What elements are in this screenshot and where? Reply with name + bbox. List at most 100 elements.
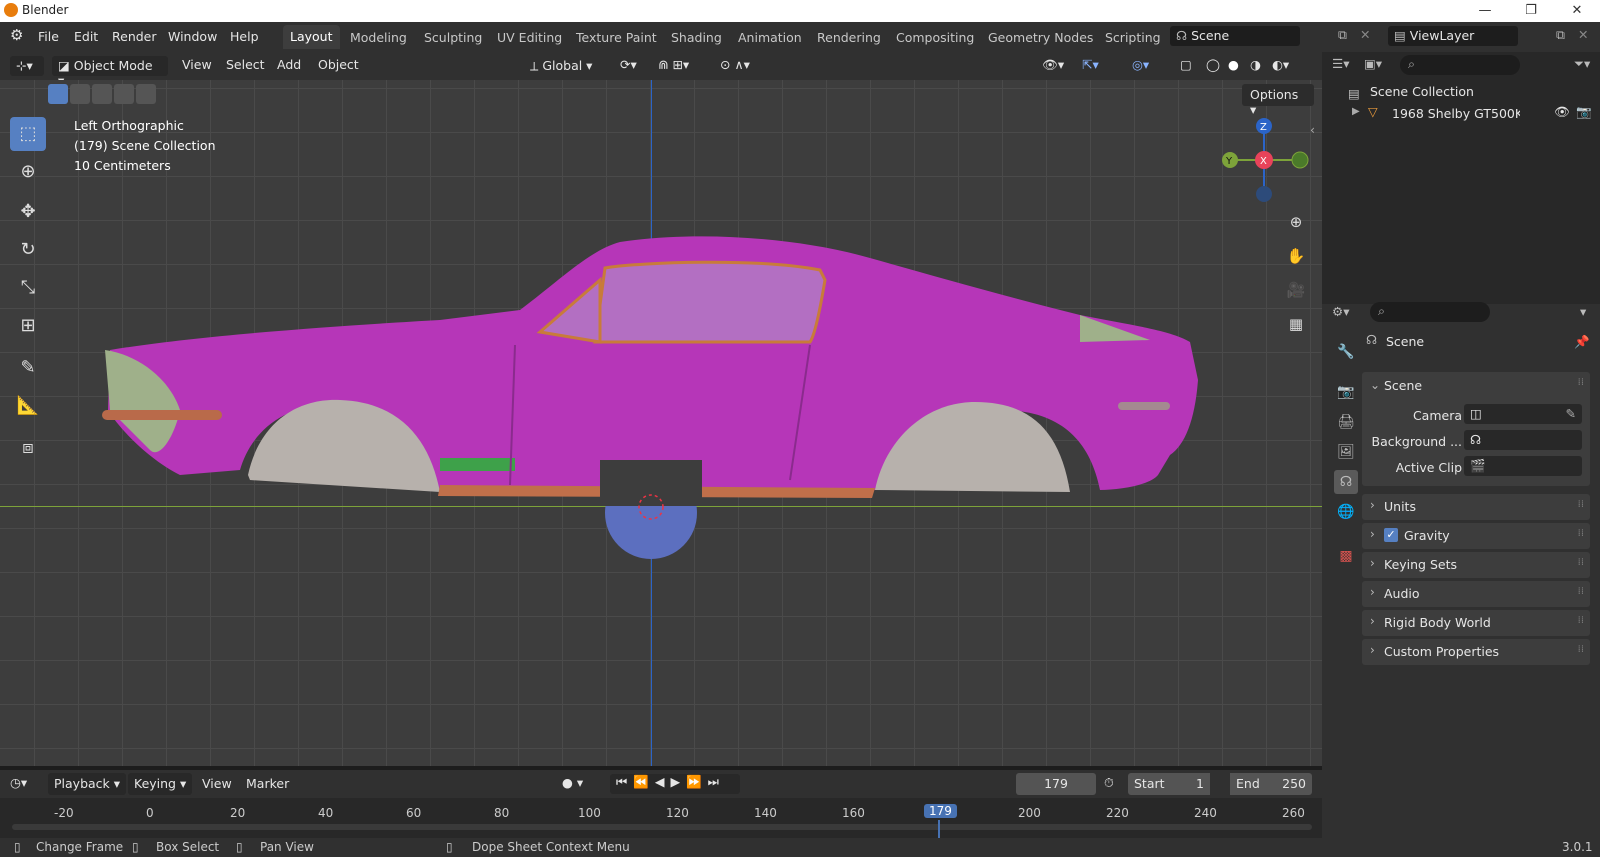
select-box-tool-icon[interactable]: ⬚ — [10, 117, 46, 151]
outliner-item-shelby[interactable]: 1968 Shelby GT500KR C — [1392, 106, 1520, 121]
close-button[interactable]: ✕ — [1554, 0, 1600, 22]
jump-start-icon[interactable]: ⏮ — [616, 774, 633, 789]
preview-range-icon[interactable]: ⏱ — [1104, 775, 1114, 791]
zoom-icon[interactable]: ⊕ — [1282, 208, 1310, 236]
minimize-button[interactable]: — — [1462, 0, 1508, 22]
pivot-point-icon[interactable]: ⟳▾ — [620, 57, 637, 72]
3d-viewport[interactable]: Options ▾ Left Orthographic (179) Scene … — [0, 80, 1322, 766]
jump-end-icon[interactable]: ⏭ — [708, 774, 725, 789]
material-shading-icon[interactable]: ◑ — [1250, 57, 1261, 72]
end-frame-field[interactable]: End 250 — [1230, 773, 1312, 795]
scene-selector[interactable]: ☊ Scene — [1170, 26, 1300, 46]
solid-shading-icon[interactable]: ● — [1228, 57, 1239, 72]
new-viewlayer-icon[interactable]: ⧉ — [1556, 27, 1565, 43]
annotate-tool-icon[interactable]: ✎ — [10, 351, 46, 385]
transform-orientation-dropdown[interactable]: ⟂ Global ▾ — [524, 56, 608, 76]
eyedropper-icon[interactable]: ✎ — [1566, 406, 1576, 421]
keying-menu[interactable]: Keying ▾ — [128, 773, 193, 795]
timeline-area[interactable]: -20 0 20 40 60 80 100 120 140 160 179 20… — [0, 798, 1322, 838]
scene-panel-title[interactable]: Scene — [1384, 378, 1422, 393]
viewport-menu-object[interactable]: Object — [318, 57, 359, 72]
properties-options-icon[interactable]: ▾ — [1580, 304, 1586, 319]
visibility-icon[interactable]: 👁▾ — [1042, 57, 1064, 73]
viewport-menu-add[interactable]: Add — [277, 57, 301, 72]
tab-sculpting[interactable]: Sculpting — [424, 30, 482, 45]
pin-icon[interactable]: 📌 — [1574, 334, 1590, 350]
pan-hand-icon[interactable]: ✋ — [1282, 242, 1310, 270]
wireframe-shading-icon[interactable]: ◯ — [1206, 57, 1220, 72]
menu-window[interactable]: Window — [168, 29, 217, 44]
timeline-menu-view[interactable]: View — [202, 776, 232, 791]
start-frame-field[interactable]: Start 1 — [1128, 773, 1210, 795]
rendered-shading-icon[interactable]: ◐▾ — [1272, 57, 1289, 72]
next-key-icon[interactable]: ⏩ — [686, 774, 708, 789]
timeline-scrollbar[interactable] — [12, 824, 1312, 830]
play-reverse-icon[interactable]: ◀ — [655, 774, 671, 789]
camera-view-icon[interactable]: 🎥 — [1282, 276, 1310, 304]
scene-props-tab-icon[interactable]: ☊ — [1334, 470, 1358, 494]
units-panel[interactable]: › Units ⁞⁞ — [1362, 494, 1590, 520]
world-props-tab-icon[interactable]: 🌐 — [1334, 500, 1358, 524]
transform-tool-icon[interactable]: ⊞ — [10, 309, 46, 343]
scale-tool-icon[interactable]: ⤡ — [10, 271, 46, 305]
measure-tool-icon[interactable]: 📐 — [10, 389, 46, 423]
viewport-menu-select[interactable]: Select — [226, 57, 265, 72]
tab-modeling[interactable]: Modeling — [350, 30, 407, 45]
tab-uv-editing[interactable]: UV Editing — [497, 30, 562, 45]
visibility-eye-icon[interactable]: 👁 — [1554, 104, 1570, 120]
display-mode-icon[interactable]: ▣▾ — [1364, 56, 1382, 71]
active-clip-field[interactable]: 🎬 — [1464, 456, 1582, 476]
custom-props-panel[interactable]: › Custom Properties ⁞⁞ — [1362, 639, 1590, 665]
timeline-menu-marker[interactable]: Marker — [246, 776, 289, 791]
tab-animation[interactable]: Animation — [738, 30, 802, 45]
keying-sets-panel[interactable]: › Keying Sets ⁞⁞ — [1362, 552, 1590, 578]
camera-field[interactable]: ◫ ✎ — [1464, 404, 1582, 424]
tab-compositing[interactable]: Compositing — [896, 30, 974, 45]
audio-panel[interactable]: › Audio ⁞⁞ — [1362, 581, 1590, 607]
xray-icon[interactable]: ▢ — [1180, 57, 1192, 72]
overlay-toggle-icon[interactable]: ◎▾ — [1132, 57, 1149, 72]
move-tool-icon[interactable]: ✥ — [10, 195, 46, 229]
viewlayer-selector[interactable]: ▤ ViewLayer — [1388, 26, 1518, 46]
output-props-tab-icon[interactable]: 🖨 — [1334, 410, 1358, 434]
sidebar-toggle-icon[interactable]: ‹ — [1310, 122, 1315, 137]
tool-props-tab-icon[interactable]: 🔧 — [1334, 340, 1358, 364]
delete-viewlayer-icon[interactable]: ✕ — [1578, 27, 1588, 42]
gravity-panel[interactable]: › ✓ Gravity ⁞⁞ — [1362, 523, 1590, 549]
background-scene-field[interactable]: ☊ — [1464, 430, 1582, 450]
outliner-search-input[interactable]: ⌕ — [1400, 55, 1520, 75]
navigation-gizmo[interactable]: Z Y X — [1216, 112, 1316, 204]
gravity-checkbox[interactable]: ✓ — [1384, 528, 1398, 542]
playhead-frame[interactable]: 179 — [924, 804, 957, 818]
maximize-button[interactable]: ❐ — [1508, 0, 1554, 22]
menu-help[interactable]: Help — [230, 29, 259, 44]
viewport-menu-view[interactable]: View — [182, 57, 212, 72]
filter-icon[interactable]: ⏷▾ — [1574, 56, 1590, 72]
scene-collection-label[interactable]: Scene Collection — [1370, 84, 1474, 99]
tab-shading[interactable]: Shading — [671, 30, 722, 45]
playback-controls[interactable]: ⏮⏪◀▶⏩⏭ — [610, 774, 740, 794]
play-icon[interactable]: ▶ — [670, 774, 686, 789]
record-icon[interactable]: ● ▾ — [562, 775, 583, 790]
add-cube-tool-icon[interactable]: ⧈ — [10, 431, 46, 465]
viewlayer-props-tab-icon[interactable]: 🖼 — [1334, 440, 1358, 464]
prev-key-icon[interactable]: ⏪ — [633, 774, 655, 789]
tab-rendering[interactable]: Rendering — [817, 30, 881, 45]
properties-editor-icon[interactable]: ⚙▾ — [1332, 304, 1349, 319]
scene-panel-chevron-icon[interactable]: ⌄ — [1370, 378, 1380, 392]
blender-menu-icon[interactable]: ⚙ — [10, 26, 23, 44]
menu-edit[interactable]: Edit — [74, 29, 98, 44]
expand-arrow-icon[interactable]: ▶ — [1352, 106, 1360, 117]
scene-panel-drag-icon[interactable]: ⁞⁞ — [1578, 377, 1584, 388]
editor-type-icon[interactable]: ⊹▾ — [10, 56, 44, 76]
gizmo-toggle-icon[interactable]: ⇱▾ — [1082, 57, 1099, 72]
tab-layout[interactable]: Layout — [283, 25, 340, 49]
tab-scripting[interactable]: Scripting — [1105, 30, 1161, 45]
texture-props-tab-icon[interactable]: ▩ — [1334, 544, 1358, 568]
tab-geometry-nodes[interactable]: Geometry Nodes — [988, 30, 1093, 45]
rotate-tool-icon[interactable]: ↻ — [10, 233, 46, 267]
object-mode-dropdown[interactable]: ◪ Object Mode ▾ — [52, 56, 168, 88]
proportional-edit-icon[interactable]: ⊙ ∧▾ — [720, 57, 750, 72]
car-model[interactable] — [0, 80, 1322, 766]
menu-file[interactable]: File — [38, 29, 59, 44]
